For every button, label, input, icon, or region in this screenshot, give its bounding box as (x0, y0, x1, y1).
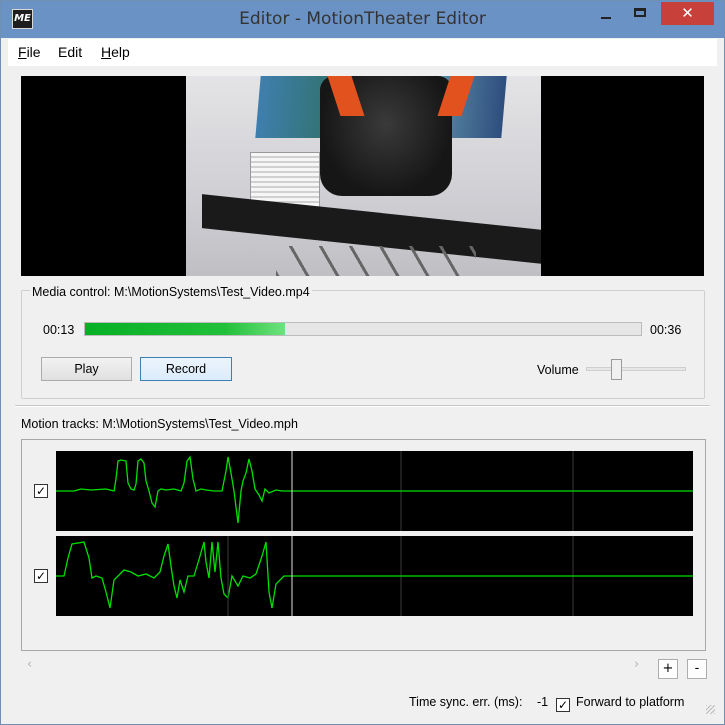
maximize-icon (634, 8, 646, 17)
track-1-plot[interactable] (56, 451, 693, 531)
menu-file-rest: ile (26, 44, 41, 60)
maximize-button[interactable] (625, 2, 657, 25)
forward-to-platform-checkbox[interactable]: ✓ (556, 698, 570, 712)
minimize-button[interactable] (591, 2, 621, 25)
current-time: 00:13 (43, 323, 75, 337)
scroll-left-icon[interactable]: ‹ (27, 656, 32, 673)
resize-grip-icon[interactable] (706, 705, 715, 714)
video-frame (186, 76, 541, 276)
seek-bar-fill (85, 323, 286, 335)
volume-slider-thumb[interactable] (610, 359, 622, 380)
editor-window: ME Editor - MotionTheater Editor ✕ File … (0, 0, 725, 725)
track-1-svg (56, 451, 693, 531)
minimize-icon (601, 17, 611, 19)
motion-tracks-label: Motion tracks: M:\MotionSystems\Test_Vid… (21, 417, 298, 431)
client-area: Media control: M:\MotionSystems\Test_Vid… (8, 66, 717, 718)
track-2-svg (56, 536, 693, 616)
total-time: 00:36 (650, 323, 682, 337)
menu-help-rest: elp (111, 44, 130, 60)
tracks-horizontal-scrollbar[interactable]: ‹ › (21, 656, 646, 673)
record-button[interactable]: Record (140, 357, 232, 381)
video-preview[interactable] (21, 76, 704, 276)
title-bar[interactable]: ME Editor - MotionTheater Editor ✕ (1, 1, 724, 38)
zoom-out-button[interactable]: - (687, 659, 707, 679)
zoom-in-button[interactable]: + (658, 659, 678, 679)
video-legs-shape (276, 246, 476, 276)
track-1-curve (56, 455, 693, 524)
menu-bar: File Edit Help (8, 39, 717, 66)
sync-error-value: -1 (537, 695, 549, 709)
forward-to-platform-label[interactable]: Forward to platform (576, 695, 684, 709)
menu-help[interactable]: Help (101, 39, 130, 66)
volume-label: Volume (537, 363, 579, 377)
menu-file[interactable]: File (18, 39, 41, 66)
sync-error-label: Time sync. err. (ms): (409, 695, 523, 709)
seek-bar[interactable] (84, 322, 642, 336)
close-button[interactable]: ✕ (661, 2, 714, 25)
track-2-plot[interactable] (56, 536, 693, 616)
play-button[interactable]: Play (41, 357, 132, 381)
track-2-curve (56, 541, 693, 609)
menu-edit[interactable]: Edit (58, 39, 82, 66)
track-1-checkbox[interactable]: ✓ (34, 484, 48, 498)
scroll-right-icon[interactable]: › (634, 656, 639, 673)
volume-slider-track[interactable] (586, 367, 686, 371)
media-control-label: Media control: M:\MotionSystems\Test_Vid… (30, 284, 312, 300)
menu-help-accel: H (101, 44, 112, 60)
track-2-checkbox[interactable]: ✓ (34, 569, 48, 583)
close-icon: ✕ (681, 4, 694, 22)
menu-file-accel: F (18, 44, 27, 60)
status-bar: Time sync. err. (ms): -1 ✓ Forward to pl… (8, 693, 717, 718)
media-control-group (21, 290, 705, 399)
splitter[interactable] (15, 405, 710, 407)
